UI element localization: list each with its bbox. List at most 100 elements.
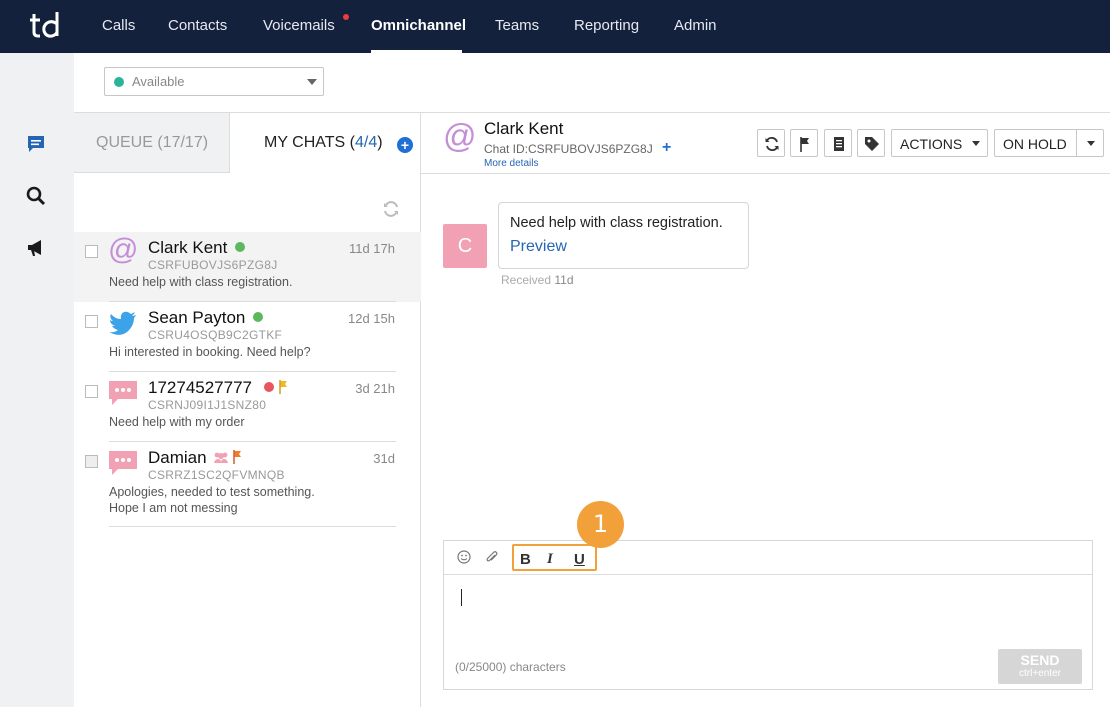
sms-icon xyxy=(109,381,137,405)
nav-contacts[interactable]: Contacts xyxy=(168,17,227,34)
document-icon xyxy=(834,137,844,151)
nav-omnichannel[interactable]: Omnichannel xyxy=(371,17,466,34)
chevron-down-icon xyxy=(972,141,980,146)
send-button[interactable]: SEND ctrl+enter xyxy=(998,649,1082,684)
top-nav: Calls Contacts Voicemails Omnichannel Te… xyxy=(0,0,1110,53)
nav-reporting[interactable]: Reporting xyxy=(574,17,639,34)
status-bar: Available xyxy=(74,53,1110,113)
conversation-contact-name: Clark Kent xyxy=(484,119,564,138)
chat-time: 31d xyxy=(373,451,395,466)
step-number-badge: 1 xyxy=(577,501,624,548)
chat-time: 3d 21h xyxy=(355,381,395,396)
chat-list-panel: QUEUE (17/17) MY CHATS (4/4) + @ Clark K… xyxy=(74,113,421,707)
refresh-icon[interactable] xyxy=(382,200,400,218)
tab-queue[interactable]: QUEUE (17/17) xyxy=(74,113,230,173)
send-label: SEND xyxy=(1020,652,1060,668)
divider xyxy=(109,526,396,527)
chat-contact-name: Clark Kent xyxy=(148,238,228,257)
chat-select-checkbox[interactable] xyxy=(85,245,98,258)
nav-voicemails[interactable]: Voicemails xyxy=(263,17,335,34)
message-composer: B I U (0/25000) characters SEND ctrl+ent… xyxy=(443,540,1093,690)
chat-id: CSRRZ1SC2QFVMNQB xyxy=(148,468,285,482)
flag-icon xyxy=(233,450,241,464)
chat-contact-name: Damian xyxy=(148,448,207,467)
sms-icon xyxy=(109,451,137,475)
status-available-dot xyxy=(114,77,124,87)
on-hold-label: ON HOLD xyxy=(1003,136,1067,152)
chat-select-checkbox[interactable] xyxy=(85,385,98,398)
chat-icon[interactable] xyxy=(25,133,47,155)
twitter-icon xyxy=(109,311,136,335)
search-icon[interactable] xyxy=(25,185,47,207)
chevron-down-icon xyxy=(1087,141,1095,146)
megaphone-icon[interactable] xyxy=(25,237,47,259)
avatar: C xyxy=(443,224,487,268)
flag-icon xyxy=(800,137,809,152)
td-logo-icon[interactable] xyxy=(28,10,62,42)
flag-icon xyxy=(279,380,287,394)
preview-link[interactable]: Preview xyxy=(510,238,567,256)
tab-my-chats[interactable]: MY CHATS (4/4) + xyxy=(230,113,421,173)
chat-preview: Hi interested in booking. Need help? xyxy=(109,345,311,359)
busy-status-dot xyxy=(264,382,274,392)
left-rail xyxy=(0,53,74,707)
transfer-button[interactable] xyxy=(757,129,785,157)
chat-list-item[interactable]: Sean Payton CSRU4OSQB9C2GTKF Hi interest… xyxy=(74,302,421,372)
actions-dropdown[interactable]: ACTIONS xyxy=(891,129,988,157)
tag-button[interactable] xyxy=(857,129,885,157)
more-details-link[interactable]: More details xyxy=(484,158,538,169)
chat-list-item[interactable]: @ Clark Kent CSRFUBOVJS6PZG8J Need help … xyxy=(74,232,421,302)
paperclip-icon[interactable] xyxy=(485,550,499,564)
message-received-info: Received 11d xyxy=(501,273,574,287)
refresh-icon xyxy=(765,137,779,151)
formatting-group-highlight: B I U xyxy=(512,544,597,571)
bold-button[interactable]: B xyxy=(520,551,531,568)
voicemail-notification-dot xyxy=(343,14,349,20)
flag-button[interactable] xyxy=(790,129,818,157)
chat-preview: Need help with my order xyxy=(109,415,245,429)
tab-queue-label: QUEUE (17/17) xyxy=(96,134,209,151)
chat-id: CSRNJ09I1J1SNZ80 xyxy=(148,398,267,412)
chevron-down-icon xyxy=(307,79,317,85)
chat-id: CSRU4OSQB9C2GTKF xyxy=(148,328,283,342)
nav-admin[interactable]: Admin xyxy=(674,17,717,34)
chat-contact-name: Sean Payton xyxy=(148,308,246,327)
chat-preview: Need help with class registration. xyxy=(109,275,293,289)
chat-select-checkbox[interactable] xyxy=(85,315,98,328)
add-icon[interactable]: + xyxy=(662,139,671,157)
online-status-dot xyxy=(253,312,263,322)
underline-button[interactable]: U xyxy=(574,551,585,568)
status-dropdown[interactable]: Available xyxy=(104,67,324,96)
my-chats-count: 4/4 xyxy=(354,134,378,151)
add-chat-icon[interactable]: + xyxy=(397,137,413,153)
composer-toolbar: B I U xyxy=(444,541,1092,575)
nav-teams[interactable]: Teams xyxy=(495,17,539,34)
chat-time: 11d 17h xyxy=(348,241,395,256)
message-text: Need help with class registration. xyxy=(510,215,723,231)
tab-my-chats-label: MY CHATS (4/4) xyxy=(264,134,383,151)
chat-list-item[interactable]: 17274527777 CSRNJ09I1J1SNZ80 Need help w… xyxy=(74,372,421,442)
chat-time: 12d 15h xyxy=(348,311,395,326)
message-bubble: Need help with class registration. Previ… xyxy=(498,202,749,269)
on-hold-dropdown-toggle[interactable] xyxy=(1076,129,1104,157)
conversation-chat-id: Chat ID:CSRFUBOVJS6PZG8J xyxy=(484,142,653,156)
on-hold-button[interactable]: ON HOLD xyxy=(994,129,1077,157)
chat-preview: Apologies, needed to test something. Hop… xyxy=(109,485,315,515)
chat-list-item[interactable]: Damian CSRRZ1SC2QFVMNQB Apologies, neede… xyxy=(74,442,421,527)
conversation-header: @ Clark Kent Chat ID:CSRFUBOVJS6PZG8J + … xyxy=(421,113,1110,174)
notes-button[interactable] xyxy=(824,129,852,157)
email-at-icon: @ xyxy=(443,117,477,154)
italic-button[interactable]: I xyxy=(547,551,553,568)
chat-select-checkbox[interactable] xyxy=(85,455,98,468)
chat-id: CSRFUBOVJS6PZG8J xyxy=(148,258,278,272)
nav-calls[interactable]: Calls xyxy=(102,17,135,34)
status-value: Available xyxy=(132,74,185,89)
character-counter: (0/25000) characters xyxy=(455,660,566,674)
message-input[interactable] xyxy=(454,581,1082,643)
email-at-icon: @ xyxy=(108,233,139,266)
emoji-icon[interactable] xyxy=(457,550,471,564)
tag-icon xyxy=(865,137,879,151)
actions-label: ACTIONS xyxy=(900,136,963,152)
chat-contact-name: 17274527777 xyxy=(148,378,253,397)
send-shortcut-hint: ctrl+enter xyxy=(1019,668,1061,679)
